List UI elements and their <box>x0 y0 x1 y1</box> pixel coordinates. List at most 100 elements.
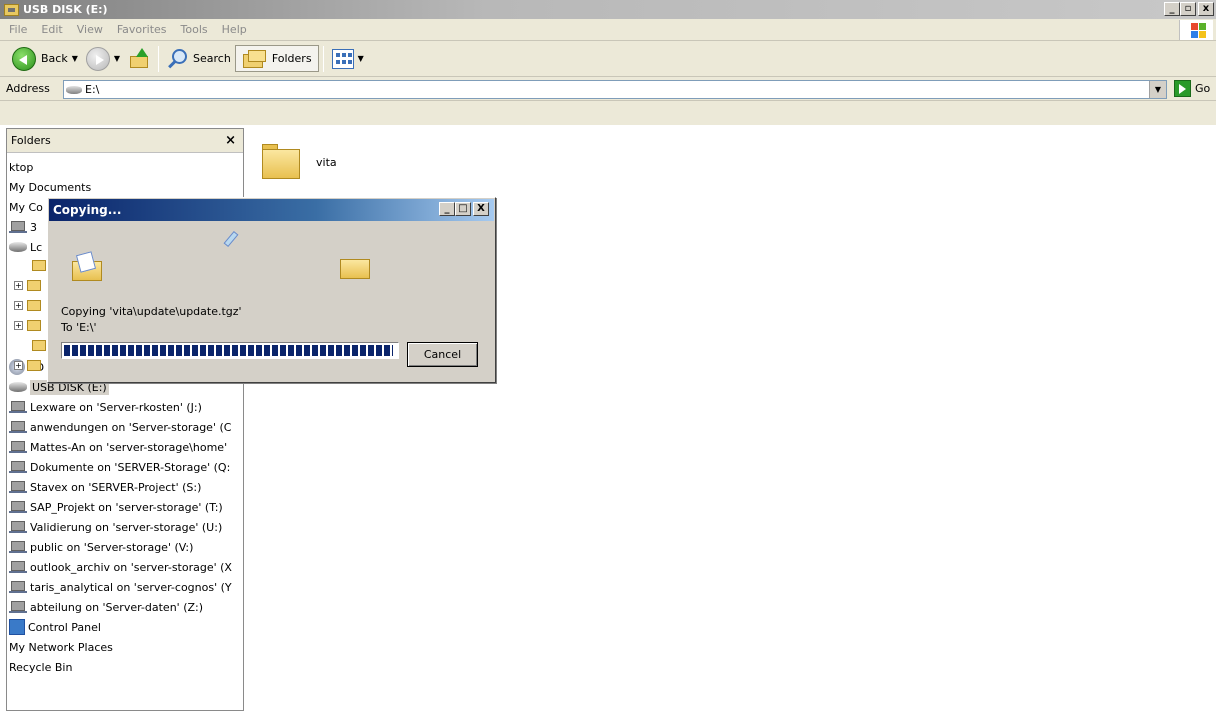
close-icon[interactable]: × <box>225 133 236 148</box>
back-label: Back <box>41 52 68 65</box>
tree-item-label: Lexware on 'Server-rkosten' (J:) <box>30 400 202 414</box>
folders-pane-header: Folders × <box>7 129 243 153</box>
tree-item-label: Control Panel <box>28 620 101 634</box>
drive-folder-icon <box>4 3 19 16</box>
network-drive-icon <box>9 460 27 474</box>
progress-fill <box>64 345 393 356</box>
menu-tools[interactable]: Tools <box>174 23 215 36</box>
tree-item-label: abteilung on 'Server-daten' (Z:) <box>30 600 204 614</box>
tree-item-lexware[interactable]: Lexware on 'Server-rkosten' (J:) <box>7 397 243 417</box>
window-controls: _ ▫ x <box>1164 2 1214 16</box>
tree-item-label: Lc <box>30 240 43 254</box>
flying-paper-icon <box>223 230 239 248</box>
tree-item-abteilung[interactable]: abteilung on 'Server-daten' (Z:) <box>7 597 243 617</box>
go-button[interactable]: Go <box>1174 80 1210 97</box>
tree-item-label: Stavex on 'SERVER-Project' (S:) <box>30 480 202 494</box>
destination-folder-icon <box>340 255 372 279</box>
expand-icon[interactable]: + <box>14 281 23 290</box>
menu-view[interactable]: View <box>70 23 110 36</box>
network-drive-icon <box>9 420 27 434</box>
tree-stub <box>32 340 46 351</box>
search-label: Search <box>193 52 231 65</box>
tree-item-control-panel[interactable]: Control Panel <box>7 617 243 637</box>
tree-item-anwendungen[interactable]: anwendungen on 'Server-storage' (C <box>7 417 243 437</box>
forward-button[interactable]: ▼ <box>82 44 124 74</box>
tree-item-label: Validierung on 'server-storage' (U:) <box>30 520 223 534</box>
minimize-button[interactable]: _ <box>1164 2 1180 16</box>
tree-item-label: 3 <box>30 220 37 234</box>
menu-help[interactable]: Help <box>215 23 254 36</box>
tree-stub: + <box>14 320 41 331</box>
menu-edit[interactable]: Edit <box>34 23 69 36</box>
menu-favorites[interactable]: Favorites <box>110 23 174 36</box>
tree-item-public[interactable]: public on 'Server-storage' (V:) <box>7 537 243 557</box>
dialog-minimize-button[interactable]: _ <box>439 202 455 216</box>
tree-item-label: anwendungen on 'Server-storage' (C <box>30 420 232 434</box>
tree-item-label: My Co <box>9 200 43 214</box>
menu-file[interactable]: File <box>2 23 34 36</box>
views-icon <box>331 48 354 69</box>
back-arrow-icon <box>12 46 36 71</box>
tree-item-recycle-bin[interactable]: Recycle Bin <box>7 657 243 677</box>
tree-item-desktop[interactable]: ktop <box>7 157 243 177</box>
toolbar-separator <box>322 45 324 72</box>
address-bar: Address E:\ ▼ Go <box>0 77 1216 125</box>
expand-icon[interactable]: + <box>14 301 23 310</box>
menu-bar: File Edit View Favorites Tools Help <box>0 19 1216 41</box>
dialog-maximize-button[interactable]: □ <box>455 202 471 216</box>
back-button[interactable]: Back ▼ <box>8 44 82 74</box>
tree-item-my-documents[interactable]: My Documents <box>7 177 243 197</box>
tree-item-mattes-an[interactable]: Mattes-An on 'server-storage\home' <box>7 437 243 457</box>
drive-icon <box>9 382 27 392</box>
tree-item-label: taris_analytical on 'server-cognos' (Y <box>30 580 232 594</box>
tree-item-taris-analytical[interactable]: taris_analytical on 'server-cognos' (Y <box>7 577 243 597</box>
network-drive-icon <box>9 560 27 574</box>
address-value: E:\ <box>85 83 100 96</box>
views-dropdown-icon[interactable]: ▼ <box>358 54 364 63</box>
expand-icon[interactable]: + <box>14 321 23 330</box>
tree-item-my-network-places[interactable]: My Network Places <box>7 637 243 657</box>
tree-stub: + <box>14 360 41 371</box>
folder-icon <box>27 300 41 311</box>
folder-icon <box>32 340 46 351</box>
tree-item-label: My Documents <box>9 180 92 194</box>
tree-item-label: public on 'Server-storage' (V:) <box>30 540 194 554</box>
search-button[interactable]: Search <box>163 44 235 74</box>
folder-icon <box>27 320 41 331</box>
folder-icon <box>260 140 302 182</box>
window-title: USB DISK (E:) <box>23 3 108 16</box>
main-folder-item[interactable]: vita <box>260 140 337 182</box>
main-folder-label: vita <box>316 156 337 169</box>
folder-icon <box>32 260 46 271</box>
drive-icon <box>66 85 82 94</box>
views-button[interactable]: ▼ <box>328 44 368 74</box>
forward-arrow-icon <box>85 46 110 71</box>
network-drive-icon <box>9 480 27 494</box>
tree-item-label: My Network Places <box>9 640 113 654</box>
cancel-button[interactable]: Cancel <box>407 342 478 367</box>
up-button[interactable] <box>124 44 154 74</box>
tree-item-label: Recycle Bin <box>9 660 73 674</box>
copy-source-text: Copying 'vita\update\update.tgz' <box>61 305 242 318</box>
forward-dropdown-icon[interactable]: ▼ <box>114 54 120 63</box>
dialog-title-bar[interactable]: Copying... <box>49 199 494 221</box>
window-title-bar[interactable]: USB DISK (E:) _ ▫ x <box>0 0 1216 19</box>
back-dropdown-icon[interactable]: ▼ <box>72 54 78 63</box>
tree-item-validierung[interactable]: Validierung on 'server-storage' (U:) <box>7 517 243 537</box>
tree-stub: + <box>14 280 41 291</box>
tree-item-outlook-archiv[interactable]: outlook_archiv on 'server-storage' (X <box>7 557 243 577</box>
expand-icon[interactable]: + <box>14 361 23 370</box>
close-button[interactable]: x <box>1198 2 1214 16</box>
address-input[interactable]: E:\ ▼ <box>63 80 1167 99</box>
address-label: Address <box>6 82 50 95</box>
folder-icon <box>27 360 41 371</box>
folders-icon <box>242 48 268 70</box>
network-drive-icon <box>9 520 27 534</box>
folders-button[interactable]: Folders <box>234 45 319 72</box>
dialog-close-button[interactable]: X <box>473 202 489 216</box>
tree-item-dokumente[interactable]: Dokumente on 'SERVER-Storage' (Q: <box>7 457 243 477</box>
tree-item-sap-projekt[interactable]: SAP_Projekt on 'server-storage' (T:) <box>7 497 243 517</box>
maximize-button[interactable]: ▫ <box>1180 2 1196 16</box>
tree-item-stavex[interactable]: Stavex on 'SERVER-Project' (S:) <box>7 477 243 497</box>
address-dropdown-icon[interactable]: ▼ <box>1149 81 1166 98</box>
